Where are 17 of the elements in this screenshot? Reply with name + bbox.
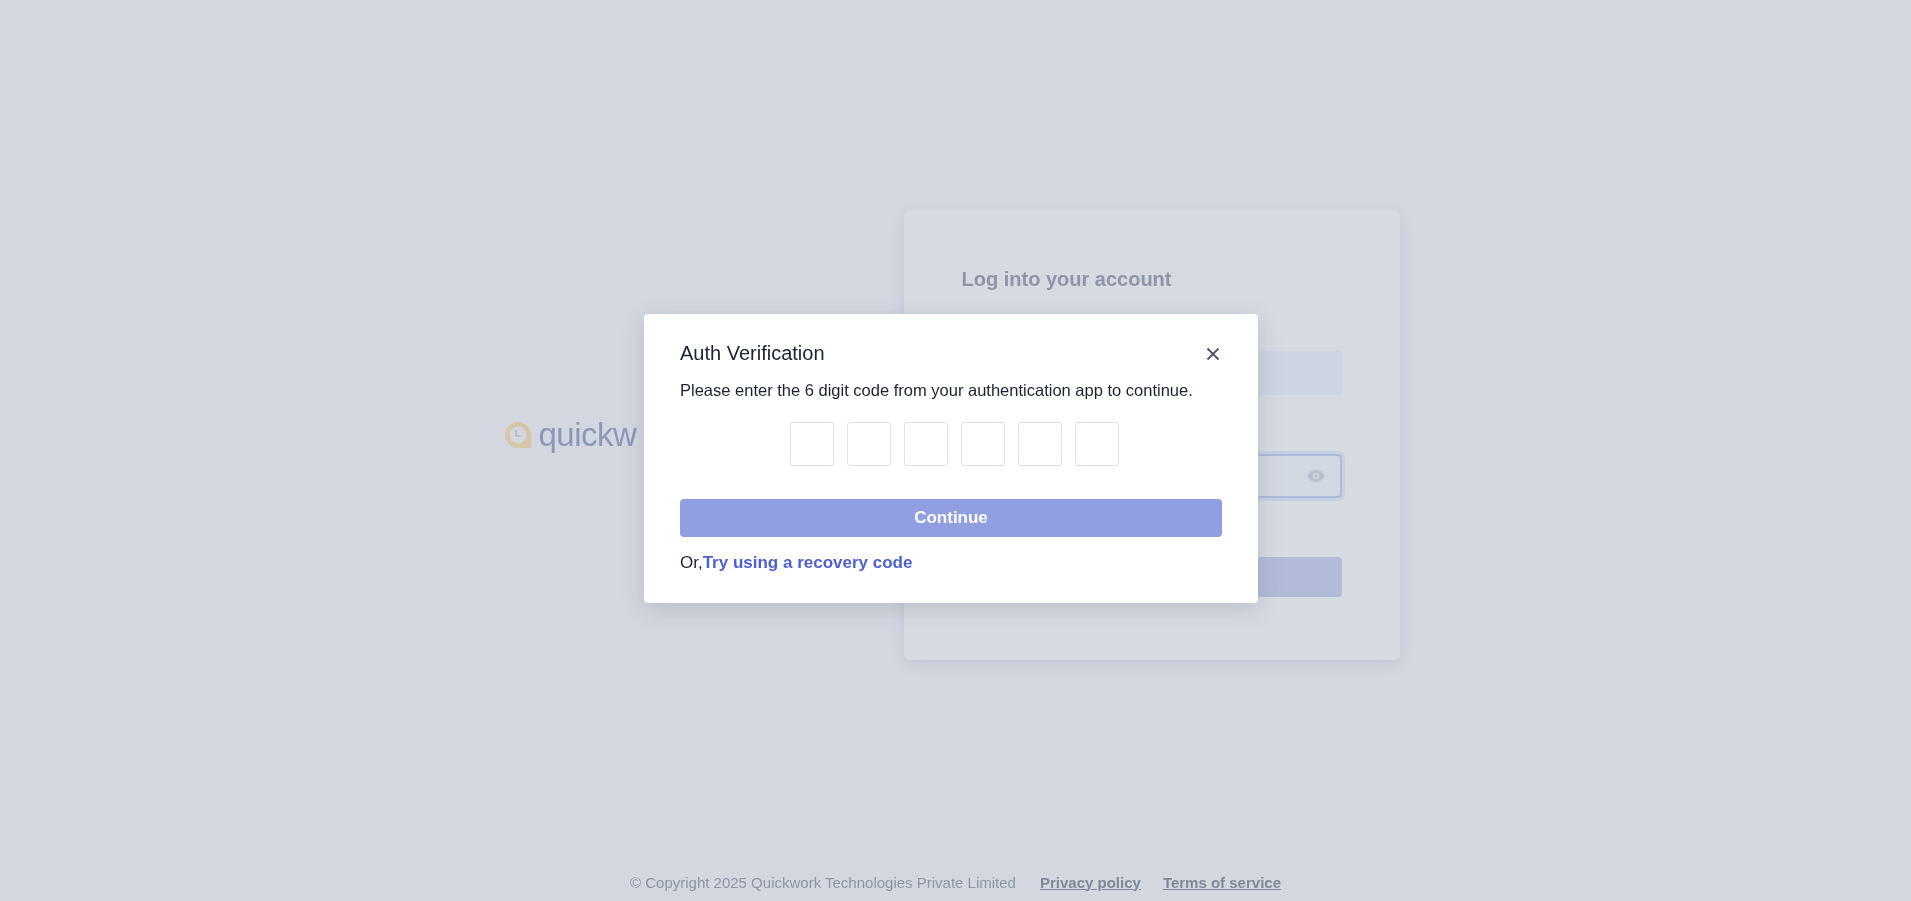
code-digit-field[interactable] [789,422,834,466]
code-digit-field[interactable] [960,422,1005,466]
code-digit-field[interactable] [903,422,948,466]
dialog-title: Auth Verification [680,342,825,365]
footer-link[interactable]: Privacy policy [1039,873,1141,891]
footer-link[interactable]: Terms of service [1162,873,1281,891]
dialog-message: Please enter the 6 digit code from your authentication app to continue. [680,381,1194,400]
or-text: Or, [680,553,703,572]
code-digit-field[interactable] [1074,422,1119,466]
close-icon[interactable] [1206,346,1220,361]
logo-text: quickw [538,418,637,451]
code-digit-field[interactable] [846,422,891,466]
code-digit-field[interactable] [1017,422,1062,466]
continue-button[interactable]: Continue [680,499,1222,537]
recovery-code-link[interactable]: Try using a recovery code [702,553,913,572]
copyright-text: © Copyright 2025 Quickwork Technologies Private Limited [630,873,1016,891]
login-title: Log into your account [961,267,1173,291]
